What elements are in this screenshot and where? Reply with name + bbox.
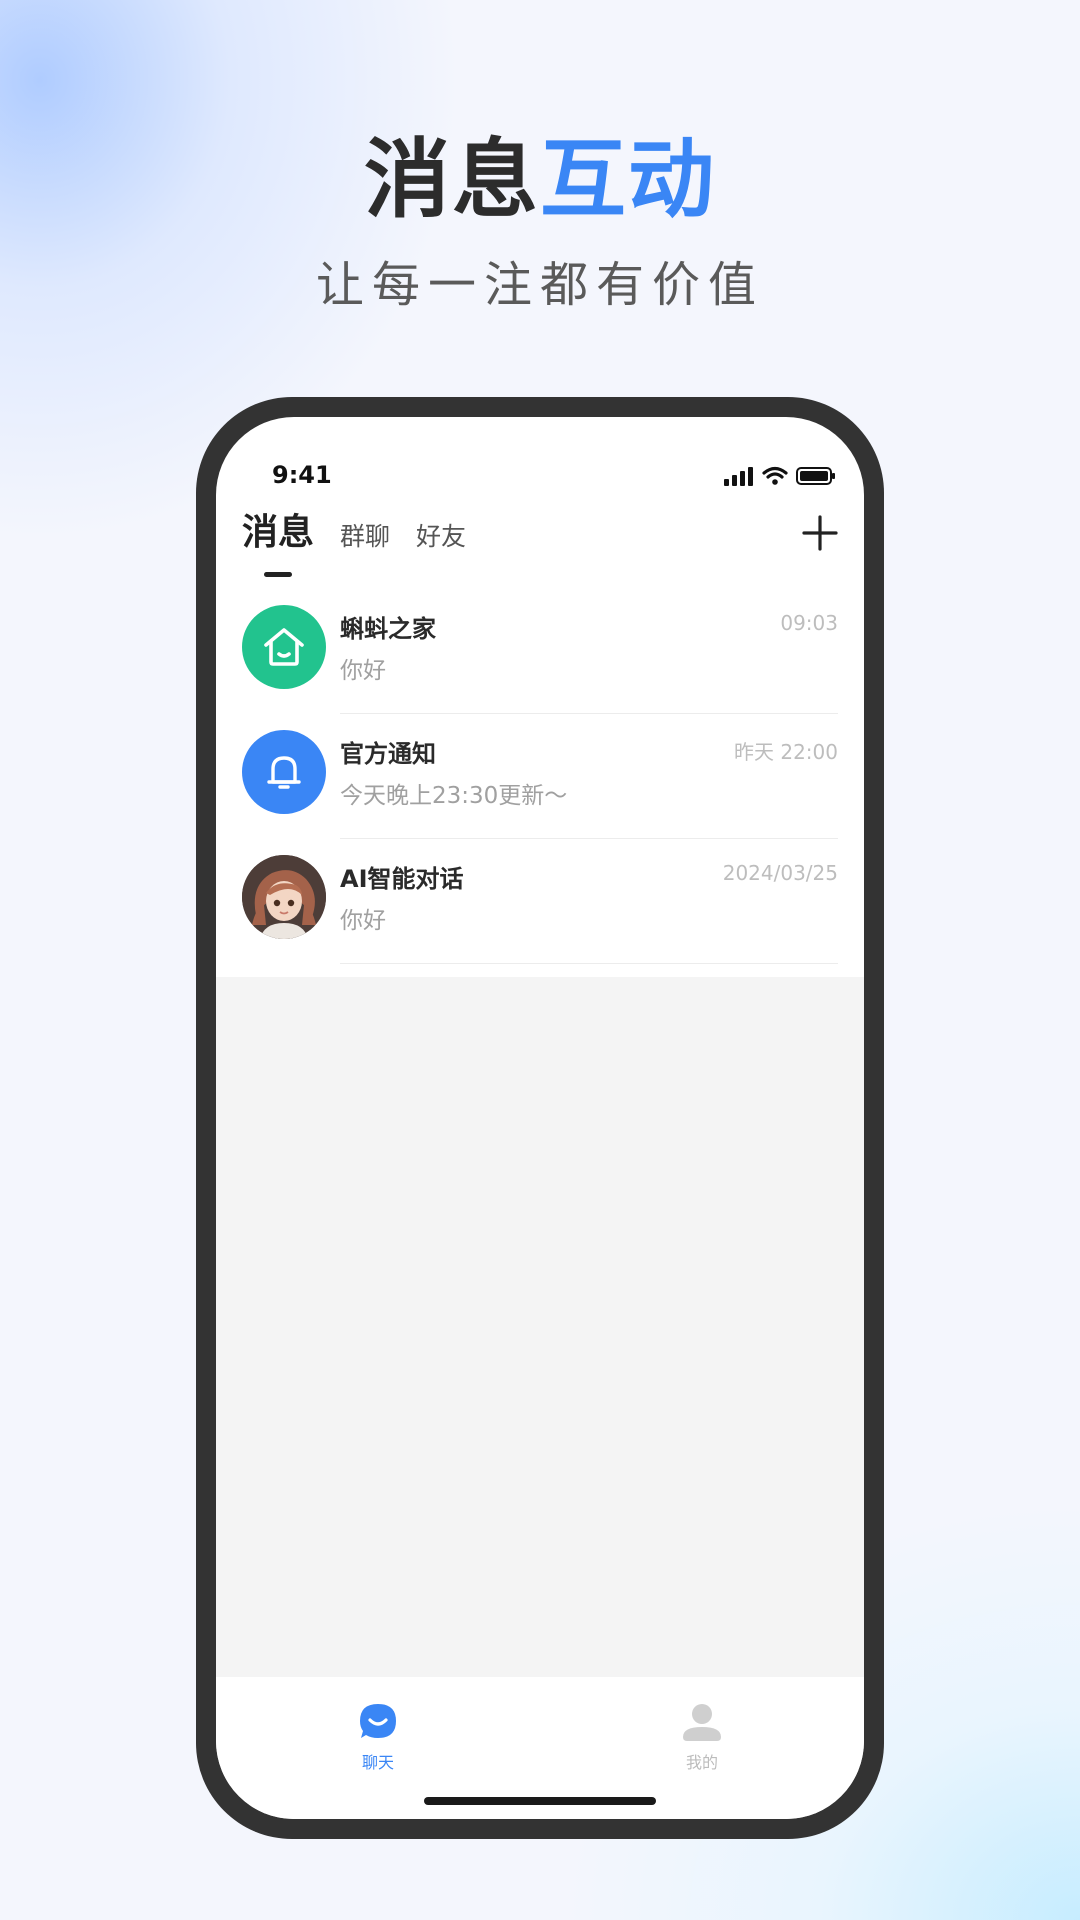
ai-girl-avatar <box>242 855 326 939</box>
conversation-name: 官方通知 <box>340 740 436 768</box>
row-divider <box>340 963 838 964</box>
home-indicator <box>424 1797 656 1805</box>
hero-title: 消息互动 <box>0 130 1080 230</box>
nav-profile-label: 我的 <box>685 1753 718 1772</box>
phone-frame: 9:41 消息 群聊 好友 蝌蚪之家 09:03 你好 官方通知 昨天 22:0… <box>196 397 884 1839</box>
tab-group-chat[interactable]: 群聊 <box>340 517 390 557</box>
battery-icon <box>796 467 835 485</box>
conversation-preview: 今天晚上23:30更新～ <box>340 783 568 809</box>
phone-screen: 9:41 消息 群聊 好友 蝌蚪之家 09:03 你好 官方通知 昨天 22:0… <box>216 417 864 1819</box>
conversation-name: 蝌蚪之家 <box>340 615 436 643</box>
nav-chat-button[interactable]: 聊天 <box>318 1701 438 1773</box>
conversation-time: 09:03 <box>780 611 838 635</box>
status-time: 9:41 <box>272 461 332 489</box>
hero-title-dark: 消息 <box>364 130 540 230</box>
conversation-preview: 你好 <box>340 908 386 934</box>
conversation-time: 昨天 22:00 <box>734 740 838 764</box>
conversation-row-ai-chat[interactable]: AI智能对话 2024/03/25 你好 <box>216 839 864 964</box>
add-icon[interactable] <box>800 513 840 553</box>
status-icons <box>724 465 836 487</box>
conversation-row-official-notice[interactable]: 官方通知 昨天 22:00 今天晚上23:30更新～ <box>216 714 864 839</box>
profile-icon <box>683 1704 721 1741</box>
conversation-row-tadpole-home[interactable]: 蝌蚪之家 09:03 你好 <box>216 589 864 714</box>
wifi-icon <box>762 466 788 485</box>
signal-icon <box>724 467 753 486</box>
chat-icon <box>360 1704 396 1738</box>
nav-chat-label: 聊天 <box>361 1753 394 1772</box>
message-tabs: 消息 群聊 好友 <box>242 509 492 577</box>
tab-label: 消息 <box>242 512 315 553</box>
conversation-name: AI智能对话 <box>340 865 464 893</box>
nav-profile-button[interactable]: 我的 <box>642 1701 762 1773</box>
home-icon <box>242 605 326 689</box>
conversation-time: 2024/03/25 <box>722 861 838 885</box>
conversation-preview: 你好 <box>340 658 386 684</box>
conversation-list: 蝌蚪之家 09:03 你好 官方通知 昨天 22:00 今天晚上23:30更新～ <box>216 589 864 964</box>
hero-title-accent: 互动 <box>540 130 716 230</box>
bell-icon <box>242 730 326 814</box>
active-tab-indicator <box>264 572 292 577</box>
tab-friends[interactable]: 好友 <box>416 517 466 557</box>
empty-content-area <box>216 977 864 1677</box>
tab-messages[interactable]: 消息 <box>242 509 315 577</box>
hero-subtitle: 让每一注都有价值 <box>315 257 764 313</box>
